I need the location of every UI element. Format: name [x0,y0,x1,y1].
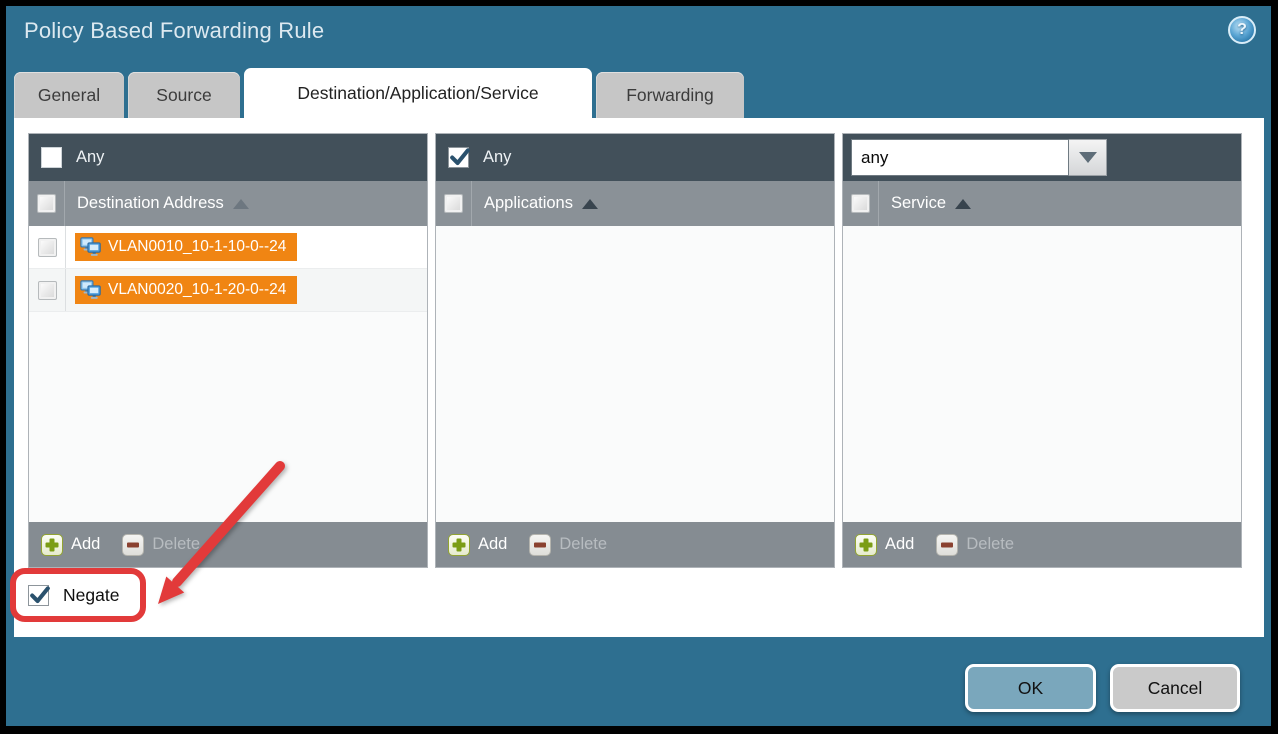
pbf-rule-dialog: Policy Based Forwarding Rule ? General S… [6,6,1271,726]
row-checkbox[interactable] [38,238,57,257]
applications-any-bar: Any [436,134,834,181]
plus-icon [855,534,877,556]
applications-any-checkbox[interactable] [448,147,469,168]
sort-asc-icon[interactable] [955,199,971,209]
minus-icon [936,534,958,556]
destination-any-label: Any [76,148,104,167]
row-checkbox-cell [29,226,66,268]
address-object-label: VLAN0010_10-1-10-0--24 [108,238,286,256]
check-icon [28,583,52,607]
service-selectall-cell [843,181,879,226]
service-header-row: Service [843,181,1241,226]
delete-label: Delete [152,535,200,554]
destination-row-1[interactable]: VLAN0010_10-1-10-0--24 [29,226,427,269]
service-footer: Add Delete [843,522,1241,567]
address-object-label: VLAN0020_10-1-20-0--24 [108,281,286,299]
applications-any-label: Any [483,148,511,167]
destination-column: Any Destination Address [28,133,428,568]
tab-content-panel: Any Destination Address [14,118,1264,637]
tab-source[interactable]: Source [128,72,240,118]
sort-asc-icon[interactable] [582,199,598,209]
service-column: any Service [842,133,1242,568]
row-checkbox[interactable] [38,281,57,300]
dialog-title: Policy Based Forwarding Rule [24,18,324,44]
plus-icon [448,534,470,556]
applications-list [436,226,834,522]
address-object-chip[interactable]: VLAN0020_10-1-20-0--24 [75,276,297,304]
delete-button[interactable]: Delete [122,534,200,556]
destination-any-checkbox[interactable] [41,147,62,168]
network-icon [80,237,101,257]
destination-any-bar: Any [29,134,427,181]
negate-row: Negate [28,585,119,606]
tab-general[interactable]: General [14,72,124,118]
service-dropdown-bar: any [843,134,1241,181]
columns-container: Any Destination Address [28,133,1242,568]
applications-header-row: Applications [436,181,834,226]
service-dropdown: any [851,139,1107,176]
add-label: Add [71,535,100,554]
destination-footer: Add Delete [29,522,427,567]
service-header-label[interactable]: Service [891,194,946,213]
cancel-button[interactable]: Cancel [1110,664,1240,712]
destination-header-label[interactable]: Destination Address [77,194,224,213]
plus-icon [41,534,63,556]
destination-row-2[interactable]: VLAN0020_10-1-20-0--24 [29,269,427,312]
applications-footer: Add Delete [436,522,834,567]
negate-label: Negate [63,585,119,606]
add-label: Add [885,535,914,554]
applications-selectall-checkbox[interactable] [444,194,463,213]
minus-icon [122,534,144,556]
destination-selectall-cell [29,181,65,226]
service-selectall-checkbox[interactable] [851,194,870,213]
chevron-down-icon [1079,152,1097,163]
sort-asc-icon[interactable] [233,199,249,209]
negate-checkbox[interactable] [28,585,49,606]
network-icon [80,280,101,300]
tab-forwarding[interactable]: Forwarding [596,72,744,118]
add-button[interactable]: Add [448,534,507,556]
tab-destination-application-service[interactable]: Destination/Application/Service [244,68,592,118]
help-glyph: ? [1237,21,1247,39]
address-object-chip[interactable]: VLAN0010_10-1-10-0--24 [75,233,297,261]
service-list [843,226,1241,522]
service-dropdown-value[interactable]: any [851,139,1069,176]
destination-header-row: Destination Address [29,181,427,226]
check-icon [448,145,472,169]
delete-button[interactable]: Delete [936,534,1014,556]
add-button[interactable]: Add [855,534,914,556]
delete-label: Delete [966,535,1014,554]
delete-button[interactable]: Delete [529,534,607,556]
applications-header-label[interactable]: Applications [484,194,573,213]
screenshot-root: Policy Based Forwarding Rule ? General S… [0,0,1278,734]
destination-list: VLAN0010_10-1-10-0--24 [29,226,427,522]
delete-label: Delete [559,535,607,554]
help-icon[interactable]: ? [1228,16,1256,44]
applications-selectall-cell [436,181,472,226]
applications-column: Any Applications Add [435,133,835,568]
tab-bar: General Source Destination/Application/S… [14,68,744,118]
service-dropdown-button[interactable] [1069,139,1107,176]
add-button[interactable]: Add [41,534,100,556]
minus-icon [529,534,551,556]
add-label: Add [478,535,507,554]
ok-button[interactable]: OK [965,664,1096,712]
row-checkbox-cell [29,269,66,311]
destination-selectall-checkbox[interactable] [37,194,56,213]
